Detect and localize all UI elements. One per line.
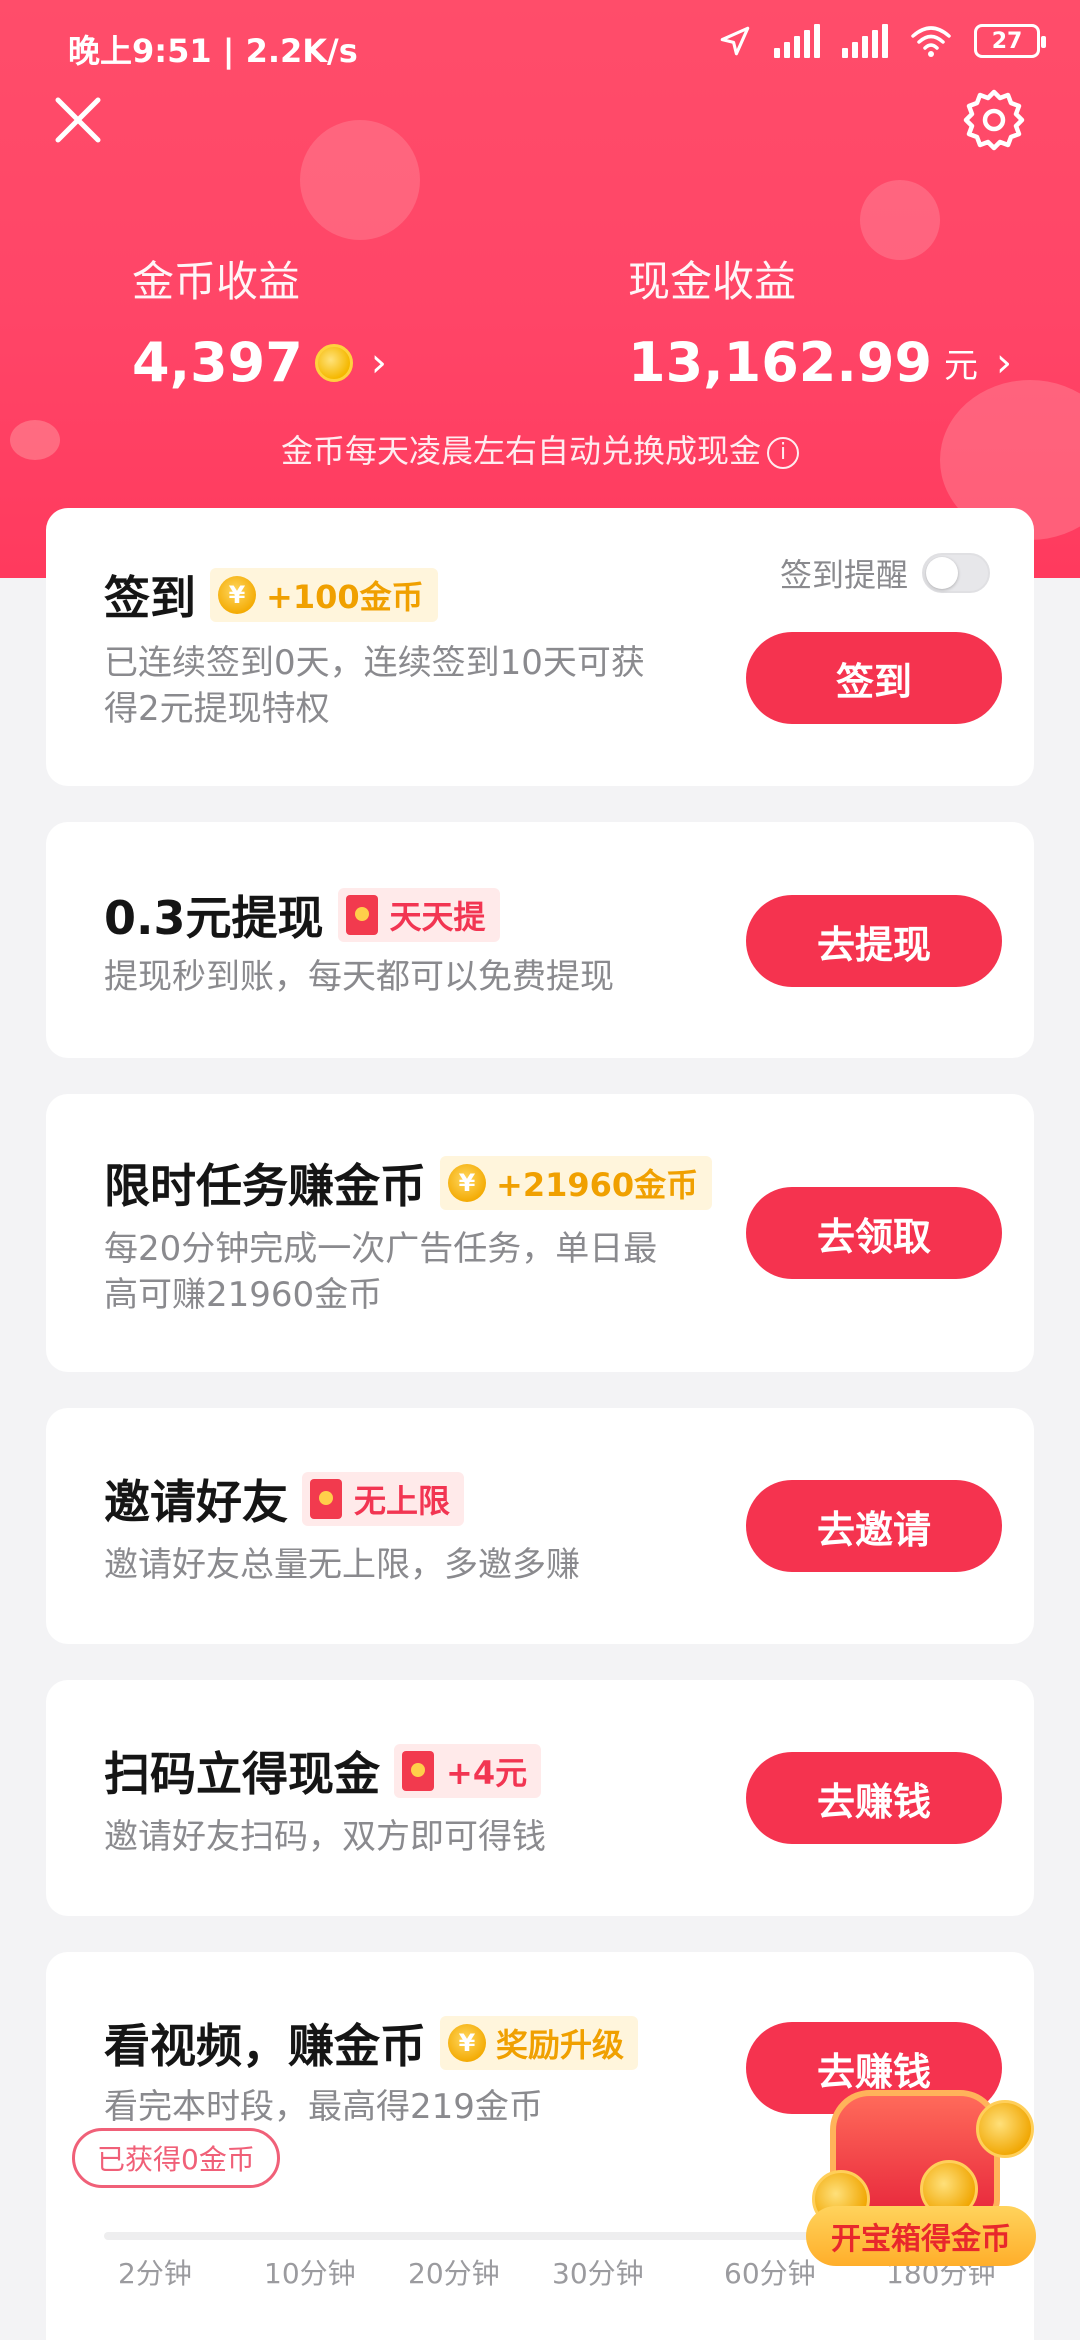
task-description-line: 得2元提现特权 [104,689,330,729]
decorative-bubble [300,120,420,240]
red-envelope-icon [345,895,378,935]
cash-unit: 元 [944,346,979,386]
task-badge: 天天提 [337,888,500,942]
task-title: 看视频，赚金币 [104,2019,426,2073]
task-description-line: 高可赚21960金币 [104,1275,383,1315]
task-badge-label: 天天提 [389,898,486,936]
exchange-hint: 金币每天凌晨左右自动兑换成现金 i [0,426,1080,472]
battery-icon: 27 [974,24,1046,58]
task-description: 已连续签到0天，连续签到10天可获 得2元提现特权 [104,640,645,732]
invite-button[interactable]: 去邀请 [746,1480,1002,1572]
progress-tick-label: 10分钟 [264,2257,356,2290]
task-title: 限时任务赚金币 [104,1159,426,1213]
cell-signal-icon [774,24,820,58]
earn-money-button[interactable]: 去赚钱 [746,1752,1002,1844]
task-badge-label: +100金币 [266,578,424,616]
red-envelope-icon [310,1479,342,1519]
task-badge-label: +4元 [446,1754,528,1792]
exchange-hint-text: 金币每天凌晨左右自动兑换成现金 [280,432,761,470]
task-title: 扫码立得现金 [104,1747,380,1801]
checkin-reminder: 签到提醒 [780,550,991,596]
gear-icon[interactable] [960,86,1028,154]
task-description: 每20分钟完成一次广告任务，单日最 高可赚21960金币 [104,1226,657,1318]
checkin-reminder-label: 签到提醒 [780,556,909,594]
task-title: 签到 [104,571,196,625]
location-icon [720,26,750,56]
task-description-line: 邀请好友总量无上限，多邀多赚 [104,1545,580,1585]
cash-earnings-label: 现金收益 [628,257,797,306]
task-title: 邀请好友 [104,1475,288,1529]
task-description: 提现秒到账，每天都可以免费提现 [104,954,614,1000]
coin-earnings[interactable]: 金币收益 4,397 › [132,248,387,394]
claim-button[interactable]: 去领取 [746,1187,1002,1279]
treasure-chest-widget[interactable]: 开宝箱得金币 [800,2060,1050,2270]
coin-earnings-label: 金币收益 [132,257,301,306]
red-envelope-icon [402,1751,434,1791]
yuan-coin-icon: ¥ [448,2024,486,2062]
cash-earnings[interactable]: 现金收益 13,162.99 元 › [628,248,1012,394]
chevron-right-icon: › [370,339,387,386]
task-badge: ¥ +21960金币 [440,1156,713,1210]
task-description-line: 提现秒到账，每天都可以免费提现 [104,957,614,997]
status-icons: 27 [718,24,1046,58]
cash-earnings-value: 13,162.99 [628,331,933,394]
cell-signal-hd-icon [842,24,888,58]
task-badge: +4元 [394,1744,542,1798]
yuan-coin-icon: ¥ [218,576,256,614]
withdraw-button[interactable]: 去提现 [746,895,1002,987]
progress-tick-label: 2分钟 [118,2257,192,2290]
task-badge: 无上限 [302,1472,465,1526]
task-description-line: 看完本时段，最高得219金币 [104,2087,543,2127]
task-badge: ¥ 奖励升级 [440,2016,639,2070]
task-badge-label: +21960金币 [496,1166,699,1204]
task-badge-label: 奖励升级 [496,2026,625,2064]
status-time: 晚上9:51 | 2.2K/s [68,32,358,70]
treasure-chest-label: 开宝箱得金币 [806,2206,1036,2266]
task-card-invite: 邀请好友 无上限 邀请好友总量无上限，多邀多赚 去邀请 [46,1408,1034,1644]
task-badge: ¥ +100金币 [210,568,438,622]
yuan-coin-icon: ¥ [448,1164,486,1202]
close-icon[interactable] [50,92,106,148]
task-card-scan: 扫码立得现金 +4元 邀请好友扫码，双方即可得钱 去赚钱 [46,1680,1034,1916]
chevron-right-icon: › [996,339,1013,386]
task-title: 0.3元提现 [104,891,324,945]
checkin-button[interactable]: 签到 [746,632,1002,724]
checkin-reminder-toggle[interactable] [922,553,991,593]
task-card-limited-task: 限时任务赚金币 ¥ +21960金币 每20分钟完成一次广告任务，单日最 高可赚… [46,1094,1034,1372]
task-card-withdraw: 0.3元提现 天天提 提现秒到账，每天都可以免费提现 去提现 [46,822,1034,1058]
coin-earnings-value: 4,397 [132,331,303,394]
task-description: 看完本时段，最高得219金币 [104,2084,543,2130]
progress-tick-label: 20分钟 [408,2257,500,2290]
wifi-icon [911,26,951,57]
earned-coins-pill: 已获得0金币 [72,2128,280,2188]
task-description-line: 每20分钟完成一次广告任务，单日最 [104,1229,658,1269]
task-badge-label: 无上限 [354,1482,451,1520]
info-icon[interactable]: i [767,437,799,469]
gold-coin-icon [976,2100,1034,2158]
task-description: 邀请好友总量无上限，多邀多赚 [104,1542,580,1588]
earnings-header: 晚上9:51 | 2.2K/s 27 金币收益 4,397 › 现金收益 13,… [0,0,1080,578]
task-description-line: 邀请好友扫码，双方即可得钱 [104,1817,546,1857]
status-bar: 晚上9:51 | 2.2K/s 27 [0,18,1080,78]
coin-icon [314,343,353,382]
progress-tick-label: 30分钟 [552,2257,644,2290]
task-description-line: 已连续签到0天，连续签到10天可获 [104,643,645,683]
task-card-checkin: 签到 ¥ +100金币 签到提醒 已连续签到0天，连续签到10天可获 得2元提现… [46,508,1034,786]
task-description: 邀请好友扫码，双方即可得钱 [104,1814,546,1860]
